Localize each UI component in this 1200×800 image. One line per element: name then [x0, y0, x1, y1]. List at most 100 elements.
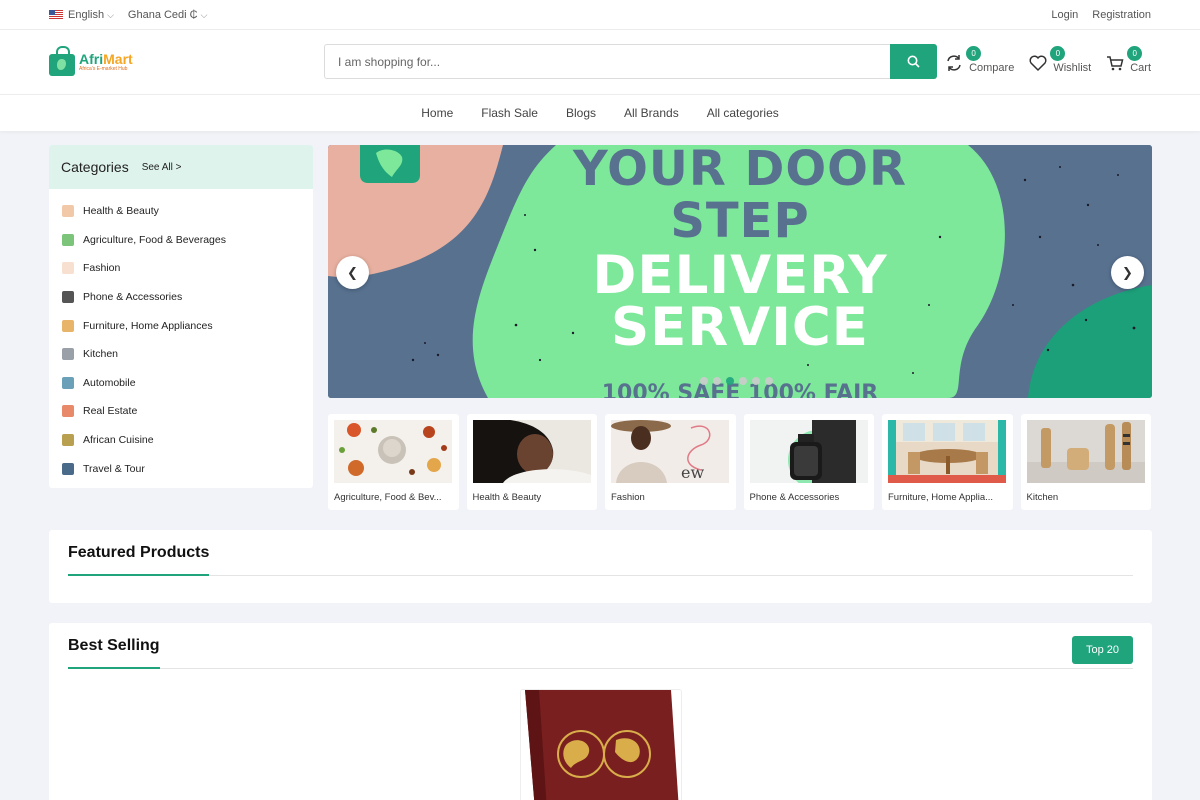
category-item-label: Health & Beauty: [83, 205, 159, 218]
logo-name: AfriMart: [79, 52, 133, 66]
nav-flash-sale[interactable]: Flash Sale: [481, 106, 538, 120]
category-card-label: Furniture, Home Applia...: [888, 492, 994, 503]
agriculture-icon: [62, 233, 74, 246]
shopping-bag-logo-icon: [49, 46, 75, 76]
nav-all-brands[interactable]: All Brands: [624, 106, 679, 120]
chevron-down-icon: ⌵: [200, 9, 208, 20]
category-item-label: Agriculture, Food & Beverages: [83, 233, 226, 246]
category-item-label: Phone & Accessories: [83, 291, 183, 304]
category-item[interactable]: Travel & Tour: [49, 454, 313, 483]
category-card-label: Kitchen: [1026, 492, 1059, 503]
nav-home[interactable]: Home: [421, 106, 453, 120]
category-item[interactable]: Health & Beauty: [49, 197, 313, 226]
category-item-label: Fashion: [83, 262, 121, 275]
banner-dot[interactable]: [700, 377, 708, 385]
logo-tagline: Africa's E-market Hub: [79, 66, 128, 72]
category-cards: Agriculture, Food & Bev... Health & Beau…: [328, 414, 1151, 510]
cart-button[interactable]: Cart 0: [1105, 44, 1151, 78]
banner-prev-button[interactable]: ❮: [336, 256, 369, 289]
language-selector[interactable]: English ⌵: [49, 9, 114, 21]
category-item[interactable]: Fashion: [49, 254, 313, 283]
language-label: English: [68, 8, 105, 21]
fashion-model-image: ew: [611, 420, 729, 483]
category-item-label: Travel & Tour: [83, 462, 145, 475]
banner-next-button[interactable]: ❯: [1111, 256, 1144, 289]
category-card-label: Fashion: [611, 492, 645, 503]
category-card-kitchen[interactable]: Kitchen: [1020, 414, 1151, 510]
phone-icon: [62, 291, 74, 304]
banner-dot[interactable]: [726, 377, 734, 385]
header-actions: Compare 0 Wishlist 0 Cart 0: [944, 44, 1151, 78]
banner-dot[interactable]: [765, 377, 773, 385]
top-20-button[interactable]: Top 20: [1071, 636, 1133, 664]
category-card-phone[interactable]: Phone & Accessories: [743, 414, 874, 510]
banner-headline-line2: STEP: [670, 193, 810, 249]
wishlist-button[interactable]: Wishlist 0: [1028, 44, 1091, 78]
chevron-left-icon: ❮: [347, 264, 358, 280]
best-selling-section: Best Selling Top 20: [49, 623, 1152, 800]
logo[interactable]: AfriMart Africa's E-market Hub: [49, 46, 324, 76]
categories-panel: Categories See All > Health & Beauty Agri…: [49, 145, 313, 488]
search-input[interactable]: [324, 44, 890, 79]
nav-blogs[interactable]: Blogs: [566, 106, 596, 120]
category-item[interactable]: Automobile: [49, 369, 313, 398]
main-nav: Home Flash Sale Blogs All Brands All cat…: [0, 95, 1200, 131]
login-link[interactable]: Login: [1051, 9, 1078, 21]
kitchen-utensils-image: [1026, 420, 1145, 483]
cart-count-badge: 0: [1127, 46, 1143, 61]
category-card-fashion[interactable]: ew Fashion: [605, 414, 736, 510]
product-card[interactable]: [520, 689, 682, 800]
banner-pagination: [700, 377, 773, 385]
compare-count-badge: 0: [966, 46, 982, 61]
wishlist-label: Wishlist: [1053, 62, 1092, 74]
logo-name-part1: Afri: [79, 51, 104, 67]
search-icon: [907, 55, 920, 68]
compare-icon: [947, 55, 961, 71]
featured-products-section: Featured Products: [49, 530, 1152, 603]
cart-label: Cart: [1130, 62, 1151, 74]
heart-icon: [1029, 55, 1047, 72]
categories-title: Categories: [61, 159, 129, 175]
banner-dot[interactable]: [752, 377, 760, 385]
nav-all-categories[interactable]: All categories: [707, 106, 779, 120]
best-selling-title: Best Selling: [68, 623, 160, 669]
section-divider: [68, 575, 1133, 576]
hero-banner[interactable]: YOUR DOOR STEP DELIVERY SERVICE 100% SAF…: [328, 145, 1152, 398]
category-item[interactable]: African Cuisine: [49, 426, 313, 455]
smartwatch-image: [749, 420, 868, 483]
category-item[interactable]: Phone & Accessories: [49, 283, 313, 312]
featured-products-title: Featured Products: [68, 530, 210, 576]
search-button[interactable]: [890, 44, 937, 79]
category-item[interactable]: Agriculture, Food & Beverages: [49, 226, 313, 255]
category-card-health-beauty[interactable]: Health & Beauty: [466, 414, 597, 510]
chevron-down-icon: ⌵: [107, 9, 114, 20]
kitchen-icon: [62, 348, 74, 361]
currency-selector[interactable]: Ghana Cedi ₵ ⌵: [128, 9, 208, 21]
logo-name-part2: Mart: [103, 51, 133, 67]
category-item-label: Real Estate: [83, 405, 138, 418]
category-item[interactable]: Kitchen: [49, 340, 313, 369]
category-card-agriculture[interactable]: Agriculture, Food & Bev...: [328, 414, 459, 510]
categories-list: Health & Beauty Agriculture, Food & Bever…: [49, 189, 313, 483]
category-item-label: Kitchen: [83, 348, 119, 361]
compare-button[interactable]: Compare 0: [944, 44, 1014, 78]
wishlist-count-badge: 0: [1050, 46, 1066, 61]
category-item-label: Automobile: [83, 376, 136, 389]
category-item[interactable]: Real Estate: [49, 397, 313, 426]
category-card-furniture[interactable]: Furniture, Home Applia...: [882, 414, 1013, 510]
section-divider: [68, 668, 1133, 669]
woman-portrait-image: [472, 420, 591, 483]
banner-dot[interactable]: [739, 377, 747, 385]
car-icon: [62, 376, 74, 389]
top-bar: English ⌵ Ghana Cedi ₵ ⌵ Login Registratio…: [0, 0, 1200, 30]
category-card-label: Phone & Accessories: [749, 492, 840, 503]
us-flag-icon: [49, 10, 63, 20]
plane-icon: [62, 462, 74, 475]
banner-headline-line1: YOUR DOOR: [573, 145, 907, 197]
house-icon: [62, 405, 74, 418]
category-item[interactable]: Furniture, Home Appliances: [49, 311, 313, 340]
registration-link[interactable]: Registration: [1092, 9, 1151, 21]
banner-dot[interactable]: [713, 377, 721, 385]
see-all-link[interactable]: See All >: [142, 162, 182, 173]
cart-icon: [1107, 56, 1124, 71]
